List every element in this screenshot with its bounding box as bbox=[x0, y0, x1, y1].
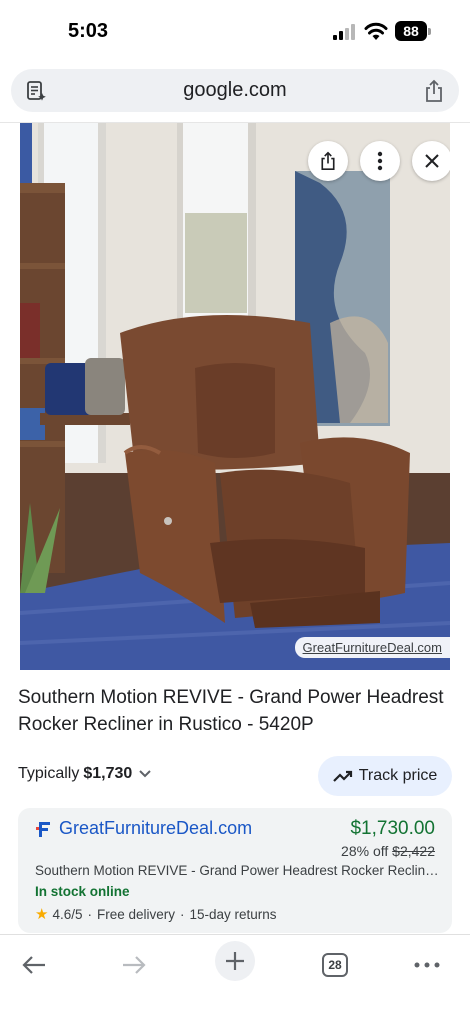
returns-info: 15-day returns bbox=[189, 906, 277, 922]
menu-button[interactable] bbox=[405, 943, 449, 987]
merchant-name[interactable]: GreatFurnitureDeal.com bbox=[59, 818, 252, 839]
tabs-icon: 28 bbox=[322, 953, 348, 977]
offer-details: ★ 4.6/5 · Free delivery · 15-day returns bbox=[35, 905, 277, 923]
track-price-button[interactable]: Track price bbox=[318, 756, 452, 796]
back-arrow-icon bbox=[22, 956, 45, 974]
tab-switcher-button[interactable]: 28 bbox=[313, 943, 357, 987]
more-options-button[interactable] bbox=[360, 141, 400, 181]
original-price: $2,422 bbox=[392, 843, 435, 859]
close-image-button[interactable] bbox=[412, 141, 450, 181]
new-tab-button[interactable] bbox=[215, 941, 255, 981]
share-icon bbox=[321, 151, 335, 170]
track-price-label: Track price bbox=[358, 767, 438, 784]
rating-value: 4.6/5 bbox=[52, 906, 83, 922]
product-image[interactable]: GreatFurnitureDeal.com bbox=[20, 123, 450, 670]
offer-price: $1,730.00 bbox=[350, 818, 435, 839]
discount-info: 28% off $2,422 bbox=[341, 843, 435, 859]
status-time: 5:03 bbox=[68, 20, 109, 42]
battery-icon: 88 bbox=[395, 21, 431, 41]
typical-price-toggle[interactable]: Typically $1,730 bbox=[18, 765, 152, 783]
cellular-signal-icon bbox=[333, 24, 355, 40]
product-title[interactable]: Southern Motion REVIVE - Grand Power Hea… bbox=[18, 684, 458, 738]
offer-description: Southern Motion REVIVE - Grand Power Hea… bbox=[35, 863, 440, 878]
star-icon: ★ bbox=[35, 906, 49, 923]
forward-button[interactable] bbox=[112, 943, 156, 987]
merchant-offer-card[interactable]: GreatFurnitureDeal.com $1,730.00 28% off… bbox=[18, 808, 452, 933]
chevron-down-icon bbox=[139, 770, 152, 778]
delivery-info: Free delivery bbox=[96, 906, 176, 922]
recliner-photo bbox=[20, 123, 450, 670]
typical-price: $1,730 bbox=[83, 765, 133, 782]
merchant-logo-icon bbox=[36, 822, 50, 837]
battery-level: 88 bbox=[395, 21, 427, 41]
plus-icon bbox=[226, 952, 244, 970]
typically-label: Typically bbox=[18, 765, 80, 782]
address-bar[interactable]: google.com bbox=[11, 69, 459, 112]
more-horiz-icon bbox=[414, 962, 440, 968]
share-image-button[interactable] bbox=[308, 141, 348, 181]
url-text[interactable]: google.com bbox=[11, 69, 459, 112]
share-icon[interactable] bbox=[423, 79, 445, 103]
back-button[interactable] bbox=[12, 943, 56, 987]
status-bar: 5:03 88 bbox=[0, 0, 470, 62]
separator: · bbox=[180, 906, 185, 922]
reader-mode-icon[interactable] bbox=[24, 79, 48, 103]
image-source-link[interactable]: GreatFurnitureDeal.com bbox=[294, 637, 450, 658]
discount-percent: 28% off bbox=[341, 843, 389, 859]
more-vert-icon bbox=[377, 151, 383, 171]
close-icon bbox=[425, 154, 439, 168]
stock-status: In stock online bbox=[35, 884, 130, 899]
separator: · bbox=[87, 906, 92, 922]
forward-arrow-icon bbox=[123, 956, 146, 974]
bottom-toolbar: 28 bbox=[0, 935, 470, 1020]
wifi-icon bbox=[364, 22, 388, 40]
trending-icon bbox=[332, 770, 352, 782]
